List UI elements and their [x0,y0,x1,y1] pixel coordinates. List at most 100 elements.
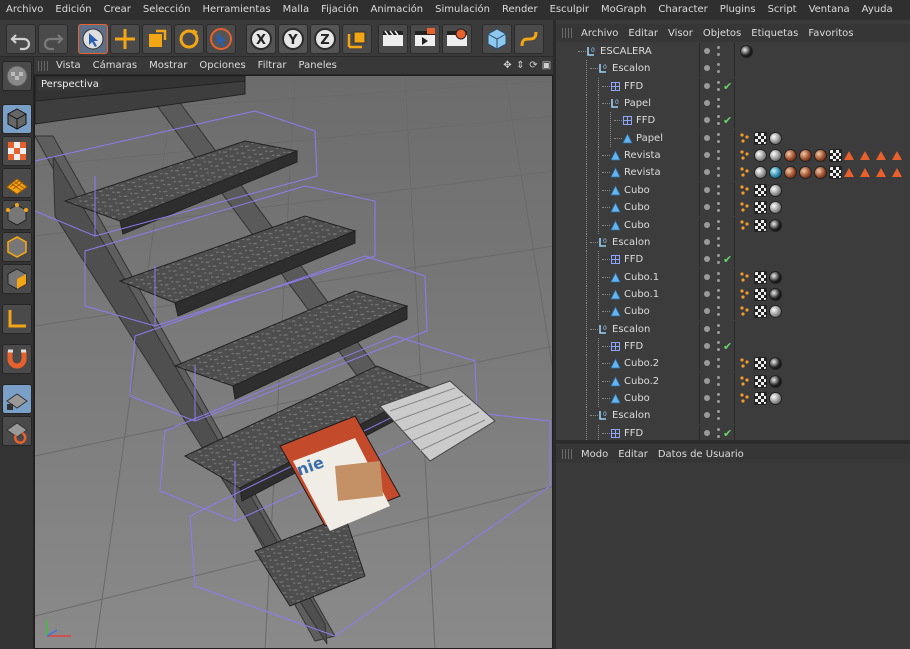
render-visibility-dot[interactable] [717,261,720,265]
model-mode-button[interactable] [2,104,32,134]
rotate-button[interactable] [174,24,204,54]
attribute-menu-modo[interactable]: Modo [576,449,613,460]
pan-icon[interactable]: ✥ [502,60,513,71]
editor-visibility-dot[interactable] [717,393,720,396]
menu-esculpir[interactable]: Esculpir [544,0,595,20]
material-tag-icon[interactable] [754,166,767,180]
object-name[interactable]: Cubo.2 [624,373,659,390]
menu-plugins[interactable]: Plugins [714,0,762,20]
menu-edici-n[interactable]: Edición [49,0,97,20]
object-menu-archivo[interactable]: Archivo [576,28,623,39]
object-row[interactable]: FFD ✔ [556,77,910,95]
object-name[interactable]: Cubo [624,303,650,320]
object-row[interactable]: 0 Escalon [556,407,910,425]
object-row[interactable]: FFD ✔ [556,251,910,269]
menu-animaci-n[interactable]: Animación [365,0,430,20]
axis-z-button[interactable]: Z [310,24,340,54]
edges-mode-button[interactable] [2,232,32,262]
object-name[interactable]: Papel [624,95,651,112]
material-tag-icon[interactable] [769,149,782,163]
render-visibility-dot[interactable] [717,365,720,369]
phong-tag-icon[interactable] [740,133,750,143]
uvw-tag-icon[interactable] [754,374,767,388]
uvw-tag-icon[interactable] [754,131,767,145]
move-button[interactable] [110,24,140,54]
editor-visibility-dot[interactable] [717,254,720,258]
object-row[interactable]: 0 Escalon [556,60,910,78]
phong-tag-icon[interactable] [740,150,750,160]
viewport-menu-opciones[interactable]: Opciones [193,60,251,71]
material-tag-icon[interactable] [769,218,782,232]
viewport-menu-mostrar[interactable]: Mostrar [143,60,193,71]
layer-dot[interactable] [704,48,710,54]
object-name[interactable]: Cubo [624,182,650,199]
workplane-lock-button[interactable] [2,384,32,414]
render-visibility-dot[interactable] [717,400,720,403]
editor-visibility-dot[interactable] [717,167,720,171]
material-tag-icon[interactable] [769,183,782,197]
editor-visibility-dot[interactable] [717,427,720,431]
render-visibility-dot[interactable] [717,174,720,178]
selection-tag-icon[interactable] [860,168,870,178]
menu-script[interactable]: Script [762,0,803,20]
object-row[interactable]: 0 ESCALERA [556,43,910,60]
material-tag-icon[interactable] [754,149,767,163]
viewport-menu-vista[interactable]: Vista [50,60,87,71]
render-visibility-dot[interactable] [717,209,720,213]
layer-dot[interactable] [704,308,710,315]
polygons-mode-button[interactable] [2,264,32,294]
render-visibility-dot[interactable] [717,347,720,351]
object-menu-editar[interactable]: Editar [623,28,663,39]
editor-visibility-dot[interactable] [717,219,720,223]
layer-dot[interactable] [704,152,710,159]
object-list[interactable]: 0 ESCALERA 0 Escalon FFD ✔ 0 Papel FFD ✔ Papel Revi… [556,43,910,440]
menu-malla[interactable]: Malla [277,0,315,20]
axis-mode-button[interactable] [2,304,32,334]
material-tag-icon[interactable] [769,392,782,405]
enabled-check-icon[interactable]: ✔ [723,425,732,440]
menu-herramientas[interactable]: Herramientas [197,0,277,20]
uvw-tag-icon[interactable] [829,166,842,180]
menu-selecci-n[interactable]: Selección [137,0,197,20]
layer-dot[interactable] [704,325,710,332]
object-name[interactable]: Escalon [612,234,650,251]
enabled-check-icon[interactable]: ✔ [723,251,732,268]
phong-tag-icon[interactable] [740,358,750,368]
perspective-viewport[interactable]: nie Perspectiva [34,75,553,649]
phong-tag-icon[interactable] [740,202,750,212]
layer-dot[interactable] [704,395,710,401]
maximize-icon[interactable]: ▣ [541,60,552,71]
editor-visibility-dot[interactable] [717,271,720,275]
object-row[interactable]: Cubo [556,390,910,407]
editor-visibility-dot[interactable] [717,202,720,206]
editor-visibility-dot[interactable] [717,340,720,344]
menu-simulaci-n[interactable]: Simulación [429,0,496,20]
layer-dot[interactable] [704,169,710,176]
object-name[interactable]: Cubo [624,199,650,216]
editor-visibility-dot[interactable] [717,132,720,136]
object-row[interactable]: FFD ✔ [556,337,910,355]
object-row[interactable]: Cubo [556,303,910,321]
editor-visibility-dot[interactable] [717,98,720,102]
editor-visibility-dot[interactable] [717,410,720,414]
object-name[interactable]: Revista [624,164,661,181]
object-row[interactable]: Cubo.1 [556,285,910,303]
object-name[interactable]: Cubo.1 [624,269,659,286]
material-tag-icon[interactable] [769,357,782,371]
object-menu-etiquetas[interactable]: Etiquetas [746,28,803,39]
object-name[interactable]: Cubo.2 [624,355,659,372]
material-tag-icon[interactable] [769,287,782,301]
menu-ayuda[interactable]: Ayuda [856,0,899,20]
layer-dot[interactable] [704,100,710,107]
layer-dot[interactable] [704,221,710,228]
viewport-menu-filtrar[interactable]: Filtrar [252,60,293,71]
object-name[interactable]: FFD [624,78,643,95]
object-row[interactable]: Papel [556,129,910,147]
material-tag-icon[interactable] [769,131,782,145]
render-visibility-dot[interactable] [717,278,720,282]
layer-dot[interactable] [704,238,710,245]
editor-visibility-dot[interactable] [717,288,720,292]
material-tag-icon[interactable] [769,374,782,388]
render-visibility-dot[interactable] [717,243,720,247]
axis-y-button[interactable]: Y [278,24,308,54]
